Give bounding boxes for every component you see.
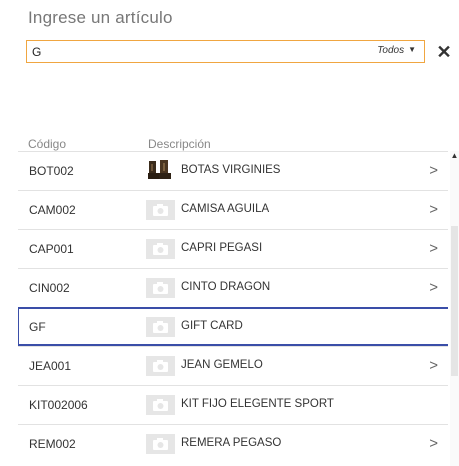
scroll-up-arrow-icon[interactable]: ▲ (450, 151, 459, 161)
column-header-code: Código (28, 137, 67, 151)
scrollbar[interactable]: ▲ (450, 151, 459, 466)
item-description: BOTAS VIRGINIES (181, 164, 281, 176)
camera-icon (146, 200, 175, 220)
chevron-right-icon: > (429, 240, 438, 257)
column-header-description: Descripción (148, 137, 211, 151)
camera-icon (146, 434, 175, 454)
list-item[interactable]: CAP001 CAPRI PEGASI > (18, 229, 448, 268)
chevron-right-icon: > (429, 162, 438, 179)
camera-icon (146, 317, 175, 337)
item-description: JEAN GEMELO (181, 359, 263, 371)
filter-dropdown[interactable]: Todos ▼ (377, 45, 416, 56)
item-code: JEA001 (29, 359, 72, 373)
chevron-right-icon: > (429, 435, 438, 452)
camera-icon (146, 239, 175, 259)
list-item[interactable]: BOT002 BOTAS VIRGINIES > (18, 151, 448, 190)
item-description: CAPRI PEGASI (181, 242, 263, 254)
search-input[interactable]: G Todos ▼ (26, 40, 425, 63)
item-description: REMERA PEGASO (181, 437, 282, 449)
chevron-right-icon: > (429, 201, 438, 218)
list-item-selected[interactable]: GF GIFT CARD (18, 307, 448, 346)
item-code: KIT002006 (29, 398, 88, 412)
camera-icon (146, 395, 175, 415)
list-item[interactable]: REM002 REMERA PEGASO > (18, 424, 448, 463)
scrollbar-thumb[interactable] (451, 226, 458, 376)
item-description: CINTO DRAGON (181, 281, 271, 293)
caret-down-icon: ▼ (408, 45, 416, 54)
item-code: CAM002 (29, 203, 76, 217)
list-item[interactable]: JEA001 JEAN GEMELO > (18, 346, 448, 385)
item-description: CAMISA AGUILA (181, 203, 270, 215)
article-list: BOT002 BOTAS VIRGINIES > CAM002 CAMISA A… (18, 151, 448, 466)
search-value: G (32, 45, 42, 59)
boots-photo (146, 160, 175, 181)
list-item[interactable]: KIT002006 KIT FIJO ELEGENTE SPORT (18, 385, 448, 424)
chevron-right-icon: > (429, 357, 438, 374)
camera-icon (146, 356, 175, 376)
item-code: REM002 (29, 437, 76, 451)
item-code: GF (29, 320, 46, 334)
item-code: BOT002 (29, 164, 74, 178)
camera-icon (146, 278, 175, 298)
chevron-right-icon: > (429, 279, 438, 296)
list-item[interactable]: CIN002 CINTO DRAGON > (18, 268, 448, 307)
item-description: GIFT CARD (181, 320, 243, 332)
item-code: CIN002 (29, 281, 70, 295)
item-code: CAP001 (29, 242, 74, 256)
page-title: Ingrese un artículo (28, 8, 173, 27)
list-item[interactable]: CAM002 CAMISA AGUILA > (18, 190, 448, 229)
filter-label: Todos (377, 45, 405, 56)
clear-button[interactable]: ✕ (434, 41, 454, 63)
item-description: KIT FIJO ELEGENTE SPORT (181, 398, 334, 410)
